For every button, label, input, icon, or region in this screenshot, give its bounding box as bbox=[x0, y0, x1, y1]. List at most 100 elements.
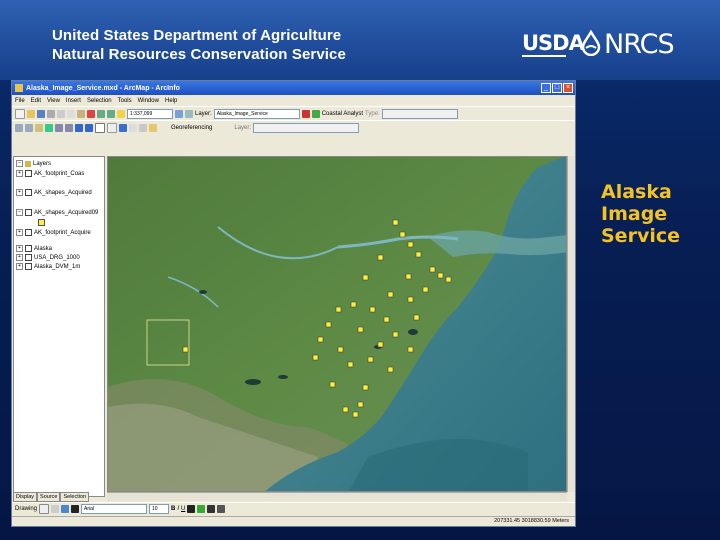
footprint-marker[interactable] bbox=[413, 314, 420, 321]
expand-icon[interactable]: + bbox=[16, 229, 23, 236]
footprint-marker[interactable] bbox=[407, 346, 414, 353]
footprint-marker[interactable] bbox=[399, 231, 406, 238]
select-features-icon[interactable] bbox=[95, 122, 105, 133]
map-horizontal-scrollbar[interactable] bbox=[107, 492, 567, 501]
footprint-marker[interactable] bbox=[392, 331, 399, 338]
footprint-marker[interactable] bbox=[422, 286, 429, 293]
footprint-marker[interactable] bbox=[317, 336, 324, 343]
menu-insert[interactable]: Insert bbox=[66, 98, 81, 104]
paste-icon[interactable] bbox=[77, 109, 85, 118]
open-folder-icon[interactable] bbox=[27, 109, 35, 118]
toc-layer-item[interactable]: + AK_footprint_Acquire bbox=[16, 229, 91, 236]
expand-icon[interactable]: + bbox=[16, 245, 23, 252]
tab-selection[interactable]: Selection bbox=[60, 492, 90, 502]
line-color-icon[interactable] bbox=[207, 505, 216, 513]
map-view[interactable] bbox=[107, 156, 567, 492]
menu-window[interactable]: Window bbox=[138, 98, 159, 104]
layer-checkbox[interactable] bbox=[25, 245, 32, 252]
georeferencing-menu[interactable]: Georeferencing bbox=[171, 125, 212, 131]
identify-icon[interactable] bbox=[119, 123, 127, 132]
footprint-marker[interactable] bbox=[362, 384, 369, 391]
tool-icon[interactable] bbox=[311, 109, 320, 118]
select-elements-icon[interactable] bbox=[107, 122, 117, 133]
rectangle-icon[interactable] bbox=[61, 505, 70, 513]
back-extent-icon[interactable] bbox=[75, 123, 83, 132]
text-tool-icon[interactable] bbox=[71, 505, 80, 513]
window-titlebar[interactable]: Alaska_Image_Service.mxd - ArcMap - ArcI… bbox=[12, 81, 575, 95]
layer-dropdown[interactable]: Alaska_Image_Service bbox=[213, 108, 300, 119]
footprint-marker[interactable] bbox=[350, 301, 357, 308]
menu-help[interactable]: Help bbox=[165, 98, 177, 104]
underline-button[interactable]: U bbox=[181, 506, 185, 512]
print-icon[interactable] bbox=[47, 109, 55, 118]
expand-icon[interactable]: + bbox=[16, 263, 23, 270]
find-icon[interactable] bbox=[129, 123, 137, 132]
scale-dropdown[interactable]: 1:337,099 bbox=[127, 108, 173, 119]
footprint-marker[interactable] bbox=[352, 411, 359, 418]
footprint-marker[interactable] bbox=[407, 241, 414, 248]
italic-button[interactable]: I bbox=[177, 506, 179, 512]
font-dropdown[interactable]: Arial bbox=[81, 504, 148, 514]
minimize-button[interactable]: _ bbox=[541, 83, 551, 93]
type-dropdown[interactable] bbox=[381, 108, 458, 119]
expand-icon[interactable]: + bbox=[16, 189, 23, 196]
footprint-marker[interactable] bbox=[377, 341, 384, 348]
copy-icon[interactable] bbox=[67, 109, 75, 118]
tool-icon[interactable] bbox=[301, 109, 310, 118]
layer-checkbox[interactable] bbox=[25, 170, 32, 177]
footprint-marker[interactable] bbox=[429, 266, 436, 273]
cut-icon[interactable] bbox=[57, 109, 65, 118]
footprint-marker[interactable] bbox=[325, 321, 332, 328]
footprint-marker[interactable] bbox=[383, 316, 390, 323]
footprint-marker[interactable] bbox=[407, 296, 414, 303]
collapse-icon[interactable]: − bbox=[16, 209, 23, 216]
footprint-marker[interactable] bbox=[392, 219, 399, 226]
footprint-marker[interactable] bbox=[342, 406, 349, 413]
layer-checkbox[interactable] bbox=[25, 209, 32, 216]
editor-icon[interactable] bbox=[175, 109, 183, 118]
expand-icon[interactable]: + bbox=[16, 170, 23, 177]
close-button[interactable]: × bbox=[563, 83, 573, 93]
marker-color-icon[interactable] bbox=[217, 505, 226, 513]
layer-checkbox[interactable] bbox=[25, 189, 32, 196]
toc-root-layers[interactable]: − Layers bbox=[16, 160, 51, 167]
footprint-marker[interactable] bbox=[182, 346, 189, 353]
font-size-dropdown[interactable]: 10 bbox=[149, 504, 170, 514]
drawing-menu[interactable]: Drawing bbox=[15, 506, 37, 512]
redo-icon[interactable] bbox=[107, 109, 115, 118]
menu-view[interactable]: View bbox=[47, 98, 60, 104]
footprint-marker[interactable] bbox=[357, 401, 364, 408]
footprint-marker[interactable] bbox=[387, 291, 394, 298]
footprint-marker[interactable] bbox=[437, 272, 444, 279]
font-color-icon[interactable] bbox=[187, 505, 196, 513]
layer-checkbox[interactable] bbox=[25, 263, 32, 270]
arctoolbox-icon[interactable] bbox=[185, 109, 193, 118]
footprint-marker[interactable] bbox=[415, 251, 422, 258]
fill-color-icon[interactable] bbox=[197, 505, 206, 513]
expand-icon[interactable]: + bbox=[16, 254, 23, 261]
toc-layer-item[interactable]: + AK_shapes_Acquired bbox=[16, 189, 92, 196]
footprint-marker[interactable] bbox=[377, 254, 384, 261]
map-vertical-scrollbar[interactable] bbox=[567, 156, 575, 492]
zoom-out-icon[interactable] bbox=[25, 123, 33, 132]
toc-layer-item[interactable]: − AK_shapes_Acquired09 bbox=[16, 209, 98, 216]
toc-layer-item[interactable]: + USA_DRG_1000 bbox=[16, 254, 80, 261]
bold-button[interactable]: B bbox=[171, 506, 175, 512]
footprint-marker[interactable] bbox=[337, 346, 344, 353]
add-data-icon[interactable] bbox=[117, 109, 125, 118]
full-extent-icon[interactable] bbox=[45, 123, 53, 132]
footprint-marker[interactable] bbox=[445, 276, 452, 283]
footprint-marker[interactable] bbox=[312, 354, 319, 361]
undo-icon[interactable] bbox=[97, 109, 105, 118]
forward-extent-icon[interactable] bbox=[85, 123, 93, 132]
select-pointer-icon[interactable] bbox=[39, 504, 50, 514]
menu-tools[interactable]: Tools bbox=[118, 98, 132, 104]
tab-display[interactable]: Display bbox=[13, 492, 38, 502]
rotate-icon[interactable] bbox=[51, 505, 60, 513]
footprint-marker[interactable] bbox=[329, 381, 336, 388]
georef-layer-dropdown[interactable] bbox=[253, 122, 360, 133]
zoom-in-icon[interactable] bbox=[15, 123, 23, 132]
coastal-analyst-menu[interactable]: Coastal Analyst bbox=[322, 111, 363, 117]
measure-icon[interactable] bbox=[139, 123, 147, 132]
toc-layer-item[interactable]: + Alaska_DVM_1m bbox=[16, 263, 80, 270]
